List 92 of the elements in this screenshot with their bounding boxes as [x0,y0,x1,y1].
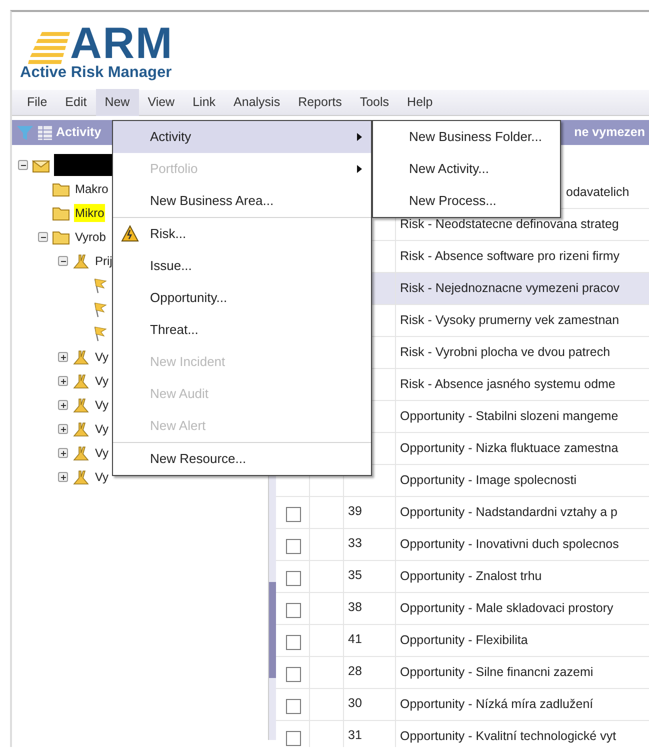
name-cell: Opportunity - Znalost trhu [400,569,542,583]
expander-icon[interactable] [58,448,68,458]
process-icon [72,373,90,389]
process-icon [72,469,90,485]
process-icon [72,421,90,437]
logo-stripes-icon [28,30,70,64]
menu-item[interactable]: New Activity... [373,153,560,185]
row-checkbox[interactable] [286,603,301,618]
name-cell: Risk - Vysoky prumerny vek zamestnan [400,313,620,327]
expander-icon[interactable] [38,232,48,242]
name-cell: Risk - Neodstatecne definovana strateg [400,217,619,231]
row-checkbox[interactable] [286,507,301,522]
name-cell: Opportunity - Kvalitní technologické vyt [400,729,616,743]
folder-icon [52,205,70,221]
expander-icon[interactable] [58,472,68,482]
logo-subtitle: Active Risk Manager [20,64,173,82]
expander-icon[interactable] [58,352,68,362]
id-cell: 41 [348,632,362,646]
id-cell: 38 [348,600,362,614]
menu-item[interactable]: Reports [289,89,351,116]
submenu-arrow-icon [357,133,362,141]
id-cell: 33 [348,536,362,550]
process-icon [72,397,90,413]
row-checkbox[interactable] [286,635,301,650]
scrollbar-thumb[interactable] [269,582,276,678]
menu-item[interactable]: Activity [113,121,371,153]
panel-title: Activity [56,124,102,142]
menu-item[interactable]: Edit [56,89,96,116]
logo-wordmark: ARM [70,24,174,64]
tree-item[interactable]: Vyrob [74,228,107,246]
tree-item[interactable]: Mikro [74,204,106,222]
name-cell: Opportunity - Stabilni slozeni mangeme [400,409,618,423]
menu-item[interactable]: Tools [350,89,398,116]
name-cell: Opportunity - Male skladovaci prostory [400,601,614,615]
menu-item[interactable]: New Process... [373,185,560,217]
tree-item[interactable]: Vy [94,468,110,486]
name-cell: Risk - Absence jasného systemu odme [400,377,616,391]
row-checkbox[interactable] [286,667,301,682]
menu-item[interactable]: Risk... [113,218,371,250]
expander-icon[interactable] [58,400,68,410]
row-checkbox[interactable] [286,539,301,554]
tree-item[interactable]: Vy [94,444,110,462]
submenu-arrow-icon [357,165,362,173]
flag-icon [92,276,108,294]
id-cell: 28 [348,664,362,678]
tree-item[interactable]: Vy [94,396,110,414]
id-cell: 39 [348,504,362,518]
menu-item[interactable]: Analysis [224,89,290,116]
expander-icon[interactable] [58,376,68,386]
process-icon [72,349,90,365]
menu-item[interactable]: View [138,89,184,116]
name-cell: Opportunity - Flexibilita [400,633,528,647]
menu-item[interactable]: New Resource... [113,443,371,475]
name-cell: Risk - Vyrobni plocha ve dvou patrech [400,345,610,359]
tree-item[interactable]: Vy [94,348,110,366]
name-cell: Risk - Nejednoznacne vymezeni pracov [400,281,620,295]
process-icon [72,445,90,461]
expander-icon[interactable] [58,424,68,434]
name-cell: Opportunity - Nizka fluktuace zamestna [400,441,618,455]
menu-item[interactable]: Threat... [113,314,371,346]
expander-icon[interactable] [18,160,28,170]
menu-item[interactable]: New Business Folder... [373,121,560,153]
name-cell: Risk - Absence software pro rizeni firmy [400,249,620,263]
flag-icon [92,300,108,318]
menu-item[interactable]: File [18,89,56,116]
filter-icon [16,124,34,140]
name-cell: Opportunity - Nízká míra zadlužení [400,697,594,711]
expander-icon[interactable] [58,256,68,266]
menu-item[interactable]: Link [184,89,225,116]
tree-item[interactable]: Vy [94,372,110,390]
id-cell: 35 [348,568,362,582]
menu-item[interactable]: New [96,89,139,116]
id-cell: 30 [348,696,362,710]
menu-item[interactable]: Help [398,89,442,116]
id-cell: 31 [348,728,362,742]
name-cell: Opportunity - Silne financni zazemi [400,665,594,679]
row-checkbox[interactable] [286,731,301,746]
process-icon [72,253,90,269]
row-checkbox[interactable] [286,571,301,586]
name-cell: odavatelich [566,185,630,199]
name-cell: Opportunity - Image spolecnosti [400,473,576,487]
grid-icon [38,126,52,140]
folder-icon [52,229,70,245]
tree-item[interactable]: Prij [94,252,114,270]
flag-icon [92,324,108,342]
menu-item[interactable]: New Business Area... [113,185,371,217]
folder-icon [52,181,70,197]
tree-item[interactable]: Vy [94,420,110,438]
name-cell: Opportunity - Nadstandardni vztahy a p [400,505,618,519]
row-checkbox[interactable] [286,699,301,714]
tree-item[interactable]: Makro [74,180,110,198]
name-cell: Opportunity - Inovativni duch spolecnos [400,537,619,551]
